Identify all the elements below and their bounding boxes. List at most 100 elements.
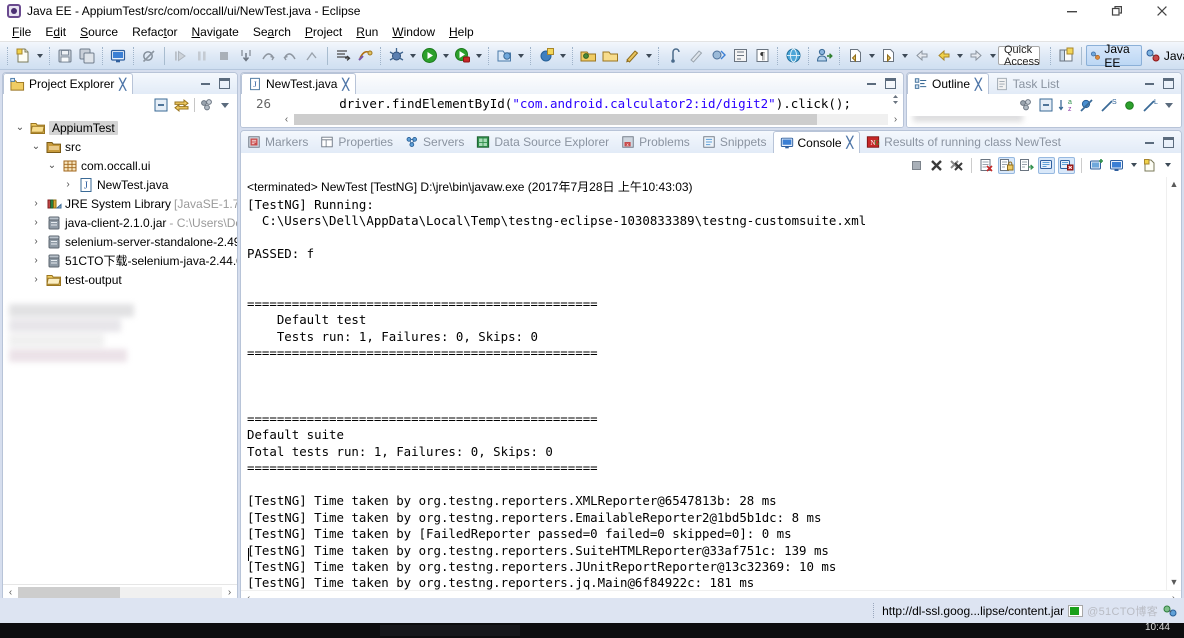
menu-run[interactable]: Run xyxy=(349,23,385,41)
perspective-java[interactable]: Java xyxy=(1142,45,1184,66)
tree-item-selenium-server-jar[interactable]: › selenium-server-standalone-2.49.0.j xyxy=(3,232,237,251)
restore-icon[interactable] xyxy=(1094,0,1139,22)
menu-source[interactable]: Source xyxy=(73,23,125,41)
tree-item-appiumtest[interactable]: ⌄ AppiumTest xyxy=(3,118,237,137)
menu-refactor[interactable]: Refactor xyxy=(125,23,184,41)
view-menu-dots-icon[interactable] xyxy=(1018,97,1034,113)
close-icon[interactable]: ╳ xyxy=(119,78,126,91)
editor-horizontal-scrollbar[interactable]: ‹ › xyxy=(279,112,903,127)
run-dropdown-icon[interactable] xyxy=(440,45,451,67)
console-vertical-scrollbar[interactable]: ▲ ▼ xyxy=(1166,177,1181,590)
tree-item-jre-system-library[interactable]: › JRE System Library [JavaSE-1.7] xyxy=(3,194,237,213)
terminate-icon[interactable] xyxy=(213,45,235,67)
scroll-thumb[interactable] xyxy=(18,586,120,598)
quick-access-input[interactable]: Quick Access xyxy=(998,44,1041,68)
external-tools-dropdown-icon[interactable] xyxy=(473,45,484,67)
previous-edit-dropdown-icon[interactable] xyxy=(866,45,877,67)
scroll-right-icon[interactable]: › xyxy=(222,587,237,598)
drop-to-frame-icon[interactable] xyxy=(301,45,323,67)
tree-item-package[interactable]: ⌄ com.occall.ui xyxy=(3,156,237,175)
sort-alphabetical-icon[interactable]: a z xyxy=(1058,97,1075,114)
step-return-icon[interactable] xyxy=(279,45,301,67)
minimize-icon[interactable] xyxy=(1049,0,1094,22)
tab-markers[interactable]: Markers xyxy=(241,131,314,153)
menu-navigate[interactable]: Navigate xyxy=(184,23,245,41)
display-selected-console-icon[interactable] xyxy=(1058,156,1075,174)
hide-local-types-icon[interactable]: L xyxy=(1142,97,1159,114)
pin-console-dropdown-target-icon[interactable] xyxy=(1142,157,1159,174)
new-class-dropdown-icon[interactable] xyxy=(557,45,568,67)
remove-launch-icon[interactable] xyxy=(928,157,945,174)
open-console-dropdown-icon[interactable] xyxy=(1128,154,1139,176)
minimize-view-icon[interactable] xyxy=(1144,137,1155,148)
skip-breakpoints-icon[interactable] xyxy=(138,45,160,67)
open-console-view-icon[interactable] xyxy=(107,45,129,67)
tab-task-list[interactable]: Task List xyxy=(989,73,1066,94)
new-java-project-icon[interactable] xyxy=(493,45,515,67)
twisty-icon[interactable]: › xyxy=(29,274,43,285)
explorer-horizontal-scrollbar[interactable]: ‹ › xyxy=(3,584,237,599)
back-dropdown-icon[interactable] xyxy=(954,45,965,67)
tree-item-src[interactable]: ⌄ src xyxy=(3,137,237,156)
scroll-track[interactable] xyxy=(1167,192,1181,575)
menu-project[interactable]: Project xyxy=(298,23,349,41)
tree-item-51cto-zip[interactable]: › 51CTO下载-selenium-java-2.44.0.zip xyxy=(3,251,237,270)
twisty-icon[interactable]: › xyxy=(29,217,43,228)
step-over-icon[interactable] xyxy=(257,45,279,67)
show-whitespace-icon[interactable] xyxy=(729,45,751,67)
next-edit-location-icon[interactable] xyxy=(877,45,899,67)
scroll-track[interactable] xyxy=(294,114,888,125)
open-perspective-icon[interactable] xyxy=(1055,45,1077,67)
search-references-icon[interactable] xyxy=(663,45,685,67)
new-class-icon[interactable] xyxy=(535,45,557,67)
open-type-icon[interactable] xyxy=(577,45,599,67)
scroll-thumb[interactable] xyxy=(294,114,817,125)
save-all-icon[interactable] xyxy=(76,45,98,67)
next-edit-dropdown-icon[interactable] xyxy=(899,45,910,67)
minimize-view-icon[interactable] xyxy=(866,78,877,89)
twisty-icon[interactable]: › xyxy=(29,236,43,247)
collapse-all-icon[interactable] xyxy=(153,97,169,113)
twisty-icon[interactable]: › xyxy=(61,179,75,190)
new-wizard-dropdown-icon[interactable] xyxy=(34,45,45,67)
twisty-icon[interactable]: ⌄ xyxy=(13,122,27,133)
profile-icon[interactable] xyxy=(707,45,729,67)
maximize-view-icon[interactable] xyxy=(1163,136,1174,148)
close-icon[interactable]: ╳ xyxy=(342,78,349,91)
suspend-icon[interactable] xyxy=(191,45,213,67)
collapse-all-icon[interactable] xyxy=(1038,97,1054,113)
back-icon[interactable] xyxy=(910,45,932,67)
link-with-editor-icon[interactable] xyxy=(173,97,190,114)
network-activity-icon[interactable] xyxy=(1162,604,1178,618)
editor-vertical-scroll-handle[interactable] xyxy=(890,94,901,107)
hide-fields-icon[interactable] xyxy=(1079,97,1096,114)
view-menu-dots-icon[interactable] xyxy=(199,97,215,113)
view-menu-icon[interactable] xyxy=(219,99,231,111)
scroll-right-icon[interactable]: › xyxy=(888,114,903,125)
tree-item-test-output[interactable]: › test-output xyxy=(3,270,237,289)
new-console-dropdown-icon[interactable] xyxy=(1162,154,1173,176)
hide-static-icon[interactable]: S xyxy=(1100,97,1117,114)
debug-icon[interactable] xyxy=(385,45,407,67)
new-wizard-icon[interactable] xyxy=(12,45,34,67)
back-history-icon[interactable] xyxy=(932,45,954,67)
tab-outline[interactable]: Outline ╳ xyxy=(907,73,989,94)
progress-bar-icon[interactable] xyxy=(1068,604,1084,617)
maximize-view-icon[interactable] xyxy=(885,78,896,89)
download-status-text[interactable]: http://dl-ssl.goog...lipse/content.jar xyxy=(882,604,1064,618)
close-icon[interactable]: ╳ xyxy=(847,136,854,149)
debug-dropdown-icon[interactable] xyxy=(407,45,418,67)
resume-icon[interactable] xyxy=(169,45,191,67)
outline-content[interactable] xyxy=(907,116,1181,127)
console-output[interactable]: <terminated> NewTest [TestNG] D:\jre\bin… xyxy=(241,177,1181,590)
clear-console-icon[interactable] xyxy=(978,157,995,174)
close-icon[interactable]: ╳ xyxy=(975,78,982,91)
forward-icon[interactable] xyxy=(965,45,987,67)
pilcrow-icon[interactable]: ¶ xyxy=(751,45,773,67)
tab-servers[interactable]: Servers xyxy=(399,131,470,153)
tab-problems[interactable]: x Problems xyxy=(615,131,696,153)
maximize-view-icon[interactable] xyxy=(219,78,230,89)
open-console-icon[interactable] xyxy=(1108,157,1125,174)
new-console-view-icon[interactable] xyxy=(1088,157,1105,174)
editor-text-area[interactable]: 26 driver.findElementById( "com.android.… xyxy=(241,94,903,127)
